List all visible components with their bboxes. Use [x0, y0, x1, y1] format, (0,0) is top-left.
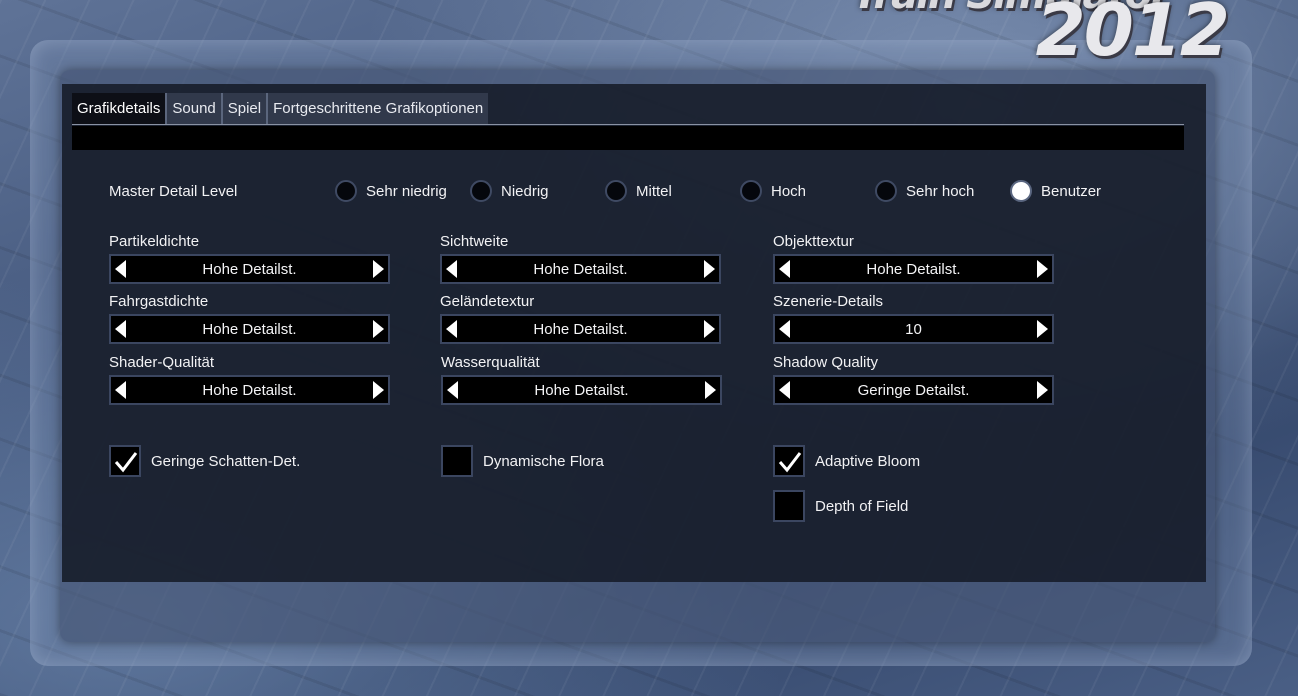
tab-bar: Grafikdetails Sound Spiel Fortgeschritte… — [72, 93, 489, 124]
arrow-right-icon[interactable] — [372, 380, 386, 400]
adaptive-bloom-checkbox[interactable] — [773, 445, 805, 477]
shader-qualitaet-selector: Hohe Detailst. — [109, 375, 390, 405]
partikeldichte-selector: Hohe Detailst. — [109, 254, 390, 284]
gelaendetextur-selector: Hohe Detailst. — [440, 314, 721, 344]
radio-niedrig[interactable] — [470, 180, 492, 202]
arrow-left-icon[interactable] — [777, 319, 791, 339]
geringe-schatten-label: Geringe Schatten-Det. — [151, 453, 301, 470]
radio-mittel[interactable] — [605, 180, 627, 202]
radio-sehr-niedrig[interactable] — [335, 180, 357, 202]
fahrgastdichte-label: Fahrgastdichte — [109, 293, 209, 310]
objekttextur-label: Objekttextur — [773, 233, 854, 250]
radio-mittel-label: Mittel — [636, 183, 672, 200]
shadow-quality-selector: Geringe Detailst. — [773, 375, 1054, 405]
depth-of-field-label: Depth of Field — [815, 498, 909, 515]
radio-benutzer[interactable] — [1010, 180, 1032, 202]
arrow-left-icon[interactable] — [777, 259, 791, 279]
geringe-schatten-checkbox[interactable] — [109, 445, 141, 477]
arrow-right-icon[interactable] — [1036, 259, 1050, 279]
gelaendetextur-value: Hohe Detailst. — [533, 320, 628, 338]
sichtweite-value: Hohe Detailst. — [533, 260, 628, 278]
radio-sehr-hoch-label: Sehr hoch — [906, 183, 975, 200]
checkmark-icon — [778, 452, 802, 473]
wasserqualitaet-value: Hohe Detailst. — [534, 381, 629, 399]
szenerie-details-label: Szenerie-Details — [773, 293, 884, 310]
fahrgastdichte-selector: Hohe Detailst. — [109, 314, 390, 344]
shader-qualitaet-value: Hohe Detailst. — [202, 381, 297, 399]
depth-of-field-checkbox[interactable] — [773, 490, 805, 522]
szenerie-details-selector: 10 — [773, 314, 1054, 344]
tab-grafikdetails[interactable]: Grafikdetails — [72, 93, 168, 124]
tab-spiel[interactable]: Spiel — [222, 93, 269, 124]
gelaendetextur-label: Geländetextur — [440, 293, 535, 310]
fahrgastdichte-value: Hohe Detailst. — [202, 320, 297, 338]
adaptive-bloom-label: Adaptive Bloom — [815, 453, 921, 470]
arrow-left-icon[interactable] — [444, 319, 458, 339]
tab-underline — [72, 124, 1184, 125]
wasserqualitaet-selector: Hohe Detailst. — [441, 375, 722, 405]
arrow-left-icon[interactable] — [113, 319, 127, 339]
partikeldichte-label: Partikeldichte — [109, 233, 200, 250]
szenerie-details-value: 10 — [905, 320, 922, 338]
shadow-quality-value: Geringe Detailst. — [857, 381, 970, 399]
arrow-left-icon[interactable] — [445, 380, 459, 400]
sichtweite-label: Sichtweite — [440, 233, 509, 250]
arrow-right-icon[interactable] — [1036, 319, 1050, 339]
arrow-left-icon[interactable] — [113, 380, 127, 400]
arrow-right-icon[interactable] — [704, 380, 718, 400]
radio-sehr-hoch[interactable] — [875, 180, 897, 202]
objekttextur-value: Hohe Detailst. — [866, 260, 961, 278]
radio-benutzer-label: Benutzer — [1041, 183, 1102, 200]
arrow-right-icon[interactable] — [372, 259, 386, 279]
radio-hoch-label: Hoch — [771, 183, 807, 200]
tab-fortgeschrittene-grafikoptionen[interactable]: Fortgeschrittene Grafikoptionen — [268, 93, 489, 124]
master-detail-label: Master Detail Level — [109, 183, 238, 200]
arrow-right-icon[interactable] — [1036, 380, 1050, 400]
arrow-right-icon[interactable] — [372, 319, 386, 339]
radio-sehr-niedrig-label: Sehr niedrig — [366, 183, 447, 200]
logo-year: 2012 — [1035, 0, 1230, 72]
arrow-right-icon[interactable] — [703, 259, 717, 279]
objekttextur-selector: Hohe Detailst. — [773, 254, 1054, 284]
dynamische-flora-checkbox[interactable] — [441, 445, 473, 477]
radio-hoch[interactable] — [740, 180, 762, 202]
checkmark-icon — [114, 452, 138, 473]
shader-qualitaet-label: Shader-Qualität — [109, 354, 215, 371]
dynamische-flora-label: Dynamische Flora — [483, 453, 604, 470]
sichtweite-selector: Hohe Detailst. — [440, 254, 721, 284]
arrow-right-icon[interactable] — [703, 319, 717, 339]
wasserqualitaet-label: Wasserqualität — [441, 354, 540, 371]
arrow-left-icon[interactable] — [777, 380, 791, 400]
tab-sound[interactable]: Sound — [167, 93, 223, 124]
arrow-left-icon[interactable] — [444, 259, 458, 279]
radio-niedrig-label: Niedrig — [501, 183, 549, 200]
arrow-left-icon[interactable] — [113, 259, 127, 279]
partikeldichte-value: Hohe Detailst. — [202, 260, 297, 278]
shadow-quality-label: Shadow Quality — [773, 354, 879, 371]
header-bar — [72, 126, 1184, 150]
